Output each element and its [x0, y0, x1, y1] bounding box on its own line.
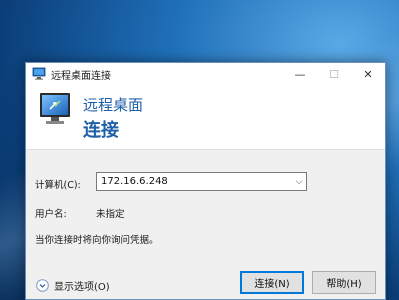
computer-label: 计算机(C):: [35, 180, 81, 191]
help-button[interactable]: 帮助(H): [312, 271, 376, 294]
remote-desktop-window: 远程桌面连接 — ☐ ✕ 远程桌面 连接 计算机(C): 172.16.6.24…: [25, 62, 386, 300]
monitor-icon: [40, 93, 70, 124]
title-bar: 远程桌面连接 — ☐ ✕: [26, 63, 385, 85]
computer-combobox[interactable]: 172.16.6.248 ⌵: [96, 172, 307, 191]
show-options-toggle[interactable]: 显示选项(O): [36, 278, 110, 293]
chevron-down-circle-icon[interactable]: [36, 279, 49, 292]
computer-value[interactable]: 172.16.6.248: [101, 176, 292, 187]
banner-title: 连接: [83, 120, 119, 141]
maximize-button[interactable]: ☐: [317, 63, 351, 85]
connect-button[interactable]: 连接(N): [240, 271, 304, 294]
minimize-button[interactable]: —: [283, 63, 317, 85]
banner-subtitle: 远程桌面: [83, 96, 144, 114]
username-value: 未指定: [96, 209, 125, 220]
credentials-hint: 当你连接时将向你询问凭据。: [35, 235, 159, 246]
window-controls: — ☐ ✕: [283, 63, 385, 85]
remote-desktop-icon: [32, 67, 46, 80]
chevron-down-icon[interactable]: ⌵: [292, 177, 306, 187]
close-button[interactable]: ✕: [351, 63, 385, 85]
show-options-label[interactable]: 显示选项(O): [54, 278, 110, 293]
header-banner: 远程桌面 连接: [26, 85, 385, 150]
username-label: 用户名:: [35, 209, 67, 220]
window-title: 远程桌面连接: [51, 70, 111, 82]
